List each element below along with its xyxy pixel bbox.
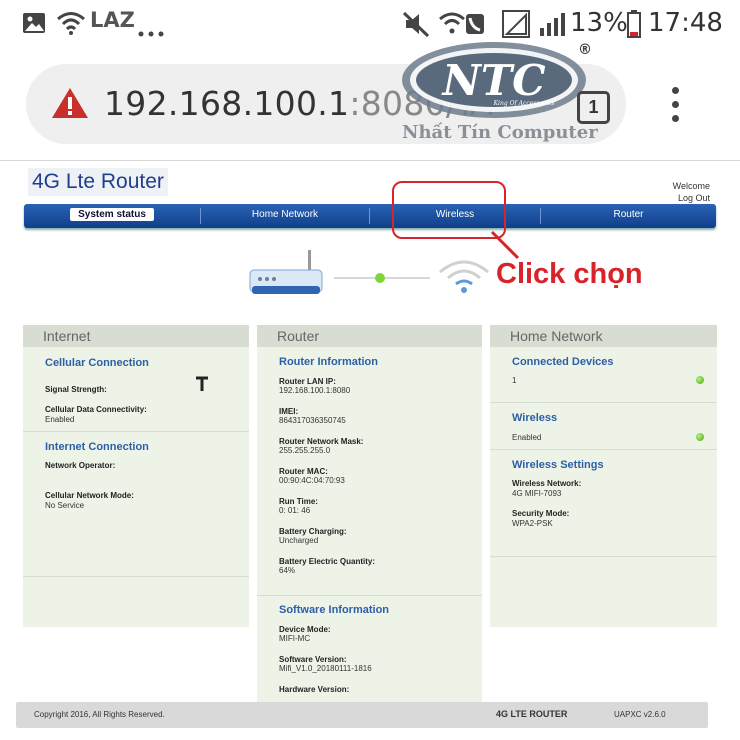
copyright-text: Copyright 2016, All Rights Reserved. bbox=[34, 710, 165, 719]
router-info-fields: Router LAN IP: 192.168.100.1:8080 IMEI: … bbox=[279, 377, 479, 587]
divider bbox=[23, 431, 249, 432]
carrier-label: LAZ bbox=[90, 8, 135, 32]
status-bar: LAZ 13% 17:48 bbox=[0, 0, 740, 46]
status-dot bbox=[375, 273, 385, 283]
battery-percent: 13% bbox=[570, 8, 628, 38]
antenna-icon bbox=[196, 376, 208, 391]
connected-devices-value: 1 bbox=[512, 376, 517, 385]
gallery-icon bbox=[23, 13, 45, 33]
divider bbox=[490, 402, 717, 403]
router-device-icon bbox=[249, 250, 323, 294]
field-network-mask: Router Network Mask: 255.255.255.0 bbox=[279, 437, 364, 455]
divider bbox=[23, 576, 249, 577]
security-mode-label: Security Mode: bbox=[512, 509, 570, 518]
url-host: 192.168.100.1 bbox=[104, 84, 350, 123]
data-connectivity-label: Cellular Data Connectivity: bbox=[45, 405, 147, 414]
mute-icon bbox=[402, 11, 430, 38]
click-annotation: Click chọn bbox=[496, 258, 643, 290]
divider bbox=[257, 595, 482, 596]
main-nav: System status Home Network Wireless Rout… bbox=[24, 204, 716, 228]
page-footer: Copyright 2016, All Rights Reserved. 4G … bbox=[16, 702, 708, 728]
internet-panel: Internet Cellular Connection Signal Stre… bbox=[23, 325, 249, 627]
connection-diagram bbox=[249, 250, 489, 294]
wireless-network-label: Wireless Network: bbox=[512, 479, 582, 488]
home-network-panel: Home Network Connected Devices 1 Wireles… bbox=[490, 325, 717, 627]
panel-title: Router bbox=[257, 325, 482, 347]
field-battery-charging: Battery Charging: Uncharged bbox=[279, 527, 347, 545]
network-mode-label: Cellular Network Mode: bbox=[45, 491, 134, 500]
welcome-text: Welcome bbox=[672, 181, 710, 191]
field-lan-ip: Router LAN IP: 192.168.100.1:8080 bbox=[279, 377, 351, 395]
security-mode-value: WPA2-PSK bbox=[512, 519, 553, 528]
wireless-value: Enabled bbox=[512, 433, 542, 442]
network-mode-value: No Service bbox=[45, 501, 85, 510]
warning-triangle-icon[interactable] bbox=[50, 86, 90, 120]
product-name: 4G LTE ROUTER bbox=[496, 709, 568, 719]
data-connectivity-value: Enabled bbox=[45, 415, 75, 424]
wireless-title: Wireless bbox=[512, 412, 558, 424]
field-mac: Router MAC: 00:90:4C:04:70:93 bbox=[279, 467, 345, 485]
signal-icon bbox=[502, 10, 530, 38]
field-imei: IMEI: 864317036350745 bbox=[279, 407, 346, 425]
wireless-status-dot bbox=[696, 433, 704, 441]
connected-devices-title: Connected Devices bbox=[512, 356, 614, 368]
kebab-menu-icon[interactable] bbox=[660, 84, 690, 128]
router-panel: Router Router Information Router LAN IP:… bbox=[257, 325, 482, 702]
ntc-watermark-logo: NTC King Of Accessories ® bbox=[402, 42, 592, 118]
user-menu: Welcome Log Out bbox=[673, 180, 710, 204]
divider bbox=[490, 449, 717, 450]
router-title: 4G Lte Router bbox=[28, 168, 168, 196]
nav-router[interactable]: Router bbox=[541, 204, 716, 228]
devices-status-dot bbox=[696, 376, 704, 384]
more-dots-icon bbox=[138, 22, 166, 41]
network-operator-label: Network Operator: bbox=[45, 461, 116, 470]
cellular-connection-title: Cellular Connection bbox=[45, 357, 149, 369]
clock: 17:48 bbox=[648, 8, 723, 38]
wifi-signal-icon bbox=[439, 260, 489, 293]
logout-link[interactable]: Log Out bbox=[673, 192, 710, 204]
wifi-icon bbox=[57, 12, 85, 35]
wireless-network-value: 4G MIFI-7093 bbox=[512, 489, 562, 498]
panel-title: Home Network bbox=[490, 325, 717, 347]
watermark-tagline: King Of Accessories bbox=[493, 100, 555, 107]
nav-home-network[interactable]: Home Network bbox=[201, 204, 369, 228]
nav-system-status[interactable]: System status bbox=[24, 204, 200, 228]
field-battery-quantity: Battery Electric Quantity: 64% bbox=[279, 557, 376, 575]
version-text: UAPXC v2.6.0 bbox=[614, 710, 666, 719]
battery-icon bbox=[627, 10, 641, 38]
internet-connection-title: Internet Connection bbox=[45, 441, 149, 453]
router-info-title: Router Information bbox=[279, 356, 378, 368]
panel-title: Internet bbox=[23, 325, 249, 347]
signal-strength-label: Signal Strength: bbox=[45, 385, 107, 394]
field-run-time: Run Time: 0: 01: 46 bbox=[279, 497, 318, 515]
wireless-settings-title: Wireless Settings bbox=[512, 459, 604, 471]
watermark-name: Nhất Tín Computer bbox=[402, 122, 598, 143]
page-divider bbox=[0, 160, 740, 161]
field-device-mode: Device Mode: MIFI-MC bbox=[279, 625, 331, 643]
software-info-title: Software Information bbox=[279, 604, 390, 616]
tab-count-button[interactable]: 1 bbox=[577, 91, 610, 124]
signal-icon bbox=[540, 13, 565, 36]
wifi-call-icon bbox=[439, 12, 484, 34]
divider bbox=[490, 556, 717, 557]
watermark-registered: ® bbox=[578, 42, 592, 58]
watermark-brand: NTC bbox=[440, 56, 546, 105]
field-software-version: Software Version: Mifi_V1.0_20180111-181… bbox=[279, 655, 372, 673]
